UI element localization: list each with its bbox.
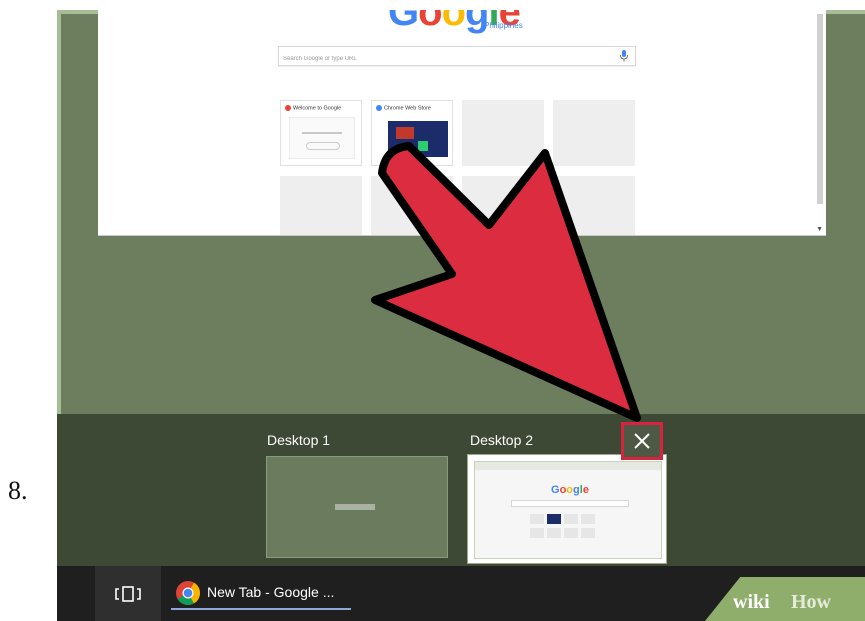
search-box[interactable] [278,46,636,67]
logo-country: Philippines [484,21,523,30]
taskbar-app-label: New Tab - Google ... [207,584,335,600]
taskbar-app-chrome[interactable]: New Tab - Google ... [171,576,351,610]
mini-search-box [511,500,629,507]
scroll-down-icon[interactable]: ▼ [816,226,823,233]
mini-google-logo: Google [551,484,589,496]
task-view-button[interactable] [95,566,161,621]
desktop-2-thumbnail[interactable]: Google [468,455,666,563]
close-icon[interactable] [633,432,651,450]
empty-tile [553,176,635,235]
tile-thumbnail [388,121,448,157]
desktop-1-window-preview [335,504,375,510]
tile-title: Welcome to Google [293,105,342,112]
desktop-2-window-preview: Google [474,461,662,559]
browser-window-preview[interactable]: Google Philippines Welcome to Google Chr… [98,10,826,236]
most-visited-tile[interactable]: Chrome Web Store [371,100,453,166]
empty-tile [280,176,362,235]
empty-tile [462,176,544,235]
desktop-1-label: Desktop 1 [267,432,331,448]
screenshot: Google Philippines Welcome to Google Chr… [57,10,865,621]
active-app-indicator [171,608,351,610]
task-view-strip: Desktop 1 Desktop 2 Google [57,414,865,566]
taskbar: New Tab - Google ... wiki How [57,566,865,621]
wikihow-watermark: wiki How [705,577,865,621]
task-view-icon [115,585,141,602]
scrollbar[interactable] [817,14,823,204]
desktop-1-thumbnail[interactable] [266,456,448,558]
tile-thumbnail [289,117,355,159]
google-favicon-icon [285,105,291,111]
chrome-icon [176,581,200,606]
empty-tile [371,176,453,235]
most-visited-tile[interactable]: Welcome to Google [280,100,362,166]
close-desktop-button[interactable] [621,422,663,460]
mic-icon[interactable] [619,50,629,62]
empty-tile [462,100,544,166]
tile-title: Chrome Web Store [384,105,431,112]
desktop-2-label: Desktop 2 [470,432,534,448]
chrome-web-store-icon [376,105,382,111]
step-number: 8. [8,476,28,505]
search-input[interactable] [283,51,603,67]
empty-tile [553,100,635,166]
